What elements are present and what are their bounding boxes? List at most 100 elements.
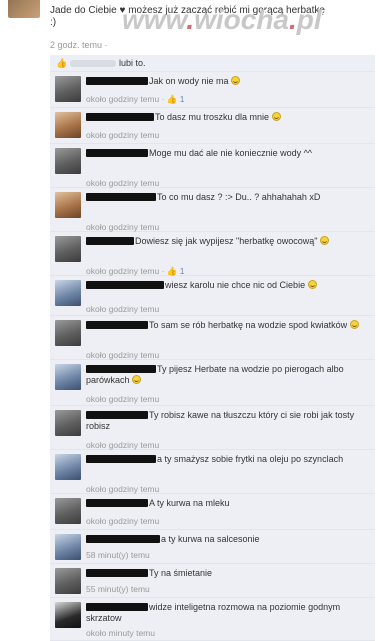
comment-body: Moge mu dać ale nie koniecznie wody ^^ [86,148,368,159]
redacted-author-name[interactable] [86,321,148,329]
post-meta: 2 godz. temu · [50,40,108,50]
commenter-avatar[interactable] [55,320,81,346]
comment-body: Jak on wody nie ma [86,76,368,87]
commenter-avatar[interactable] [55,148,81,174]
meta-separator: · [104,40,108,50]
comment-item: widze inteligetna rozmowa na poziomie go… [50,598,375,641]
redacted-author-name[interactable] [86,535,160,543]
comment-item: Dowiesz się jak wypijesz "herbatkę owoco… [50,232,375,276]
like-summary-row: 👍 lubi to. [50,55,375,72]
commenter-avatar[interactable] [55,568,81,594]
comment-body: Ty na śmietanie [86,568,368,579]
comment-meta: 58 minut(y) temu [86,550,150,560]
comment-text: a ty kurwa na salcesonie [161,534,260,544]
commenter-avatar[interactable] [55,602,81,628]
redacted-name [70,60,116,67]
watermark-logo: www.wiocha.pl [122,4,322,35]
comment-time[interactable]: około godziny temu [86,178,159,188]
comment-text: Dowiesz się jak wypijesz "herbatkę owoco… [135,236,318,246]
comment-time[interactable]: około godziny temu [86,222,159,232]
comment-body: Ty pijesz Herbate na wodzie po pierogach… [86,364,368,386]
comment-body: To co mu dasz ? :> Du.. ? ahhahahah xD [86,192,368,203]
comment-body: To dasz mu troszku dla mnie [86,112,368,123]
comment-text: To dasz mu troszku dla mnie [155,112,270,122]
redacted-author-name[interactable] [86,193,156,201]
comment-item: a ty kurwa na salcesonie 58 minut(y) temu [50,530,375,564]
comment-body: a ty smażysz sobie frytki na oleju po sz… [86,454,368,465]
redacted-author-name[interactable] [86,149,148,157]
comment-text: wiesz karolu nie chce nic od Ciebie [165,280,306,290]
commenter-avatar[interactable] [55,364,81,390]
commenter-avatar[interactable] [55,280,81,306]
comment-list: Jak on wody nie ma około godziny temu · … [50,72,375,641]
post-time[interactable]: 2 godz. temu [50,40,102,50]
comment-time[interactable]: około godziny temu [86,516,159,526]
commenter-avatar[interactable] [55,410,81,436]
redacted-author-name[interactable] [86,365,156,373]
comment-time[interactable]: około godziny temu [86,350,159,360]
comment-meta: około minuty temu [86,628,155,638]
thumbs-up-icon: 👍 [56,58,68,68]
comment-item: Jak on wody nie ma około godziny temu · … [50,72,375,108]
post-text-continuation: :) [50,17,57,28]
comment-time[interactable]: około godziny temu [86,394,159,404]
comment-time[interactable]: około godziny temu [86,94,159,104]
commenter-avatar[interactable] [55,236,81,262]
comment-item: To co mu dasz ? :> Du.. ? ahhahahah xD ok… [50,188,375,232]
comment-time[interactable]: około godziny temu [86,304,159,314]
comment-text: Moge mu dać ale nie koniecznie wody ^^ [149,148,313,158]
comment-time[interactable]: około godziny temu [86,484,159,494]
redacted-author-name[interactable] [86,77,148,85]
smiley-emoticon-icon [319,236,329,245]
like-count: 1 [177,266,185,276]
poster-avatar[interactable] [8,0,40,18]
comment-text: Jak on wody nie ma [149,76,229,86]
commenter-avatar[interactable] [55,498,81,524]
comment-item: A ty kurwa na mleku około godziny temu [50,494,375,530]
comment-body: wiesz karolu nie chce nic od Ciebie [86,280,368,291]
comment-time[interactable]: około godziny temu [86,130,159,140]
redacted-author-name[interactable] [86,281,164,289]
comment-meta: około godziny temu [86,394,159,404]
thumbs-up-icon: 👍 [166,266,178,276]
commenter-avatar[interactable] [55,454,81,480]
comment-meta: około godziny temu [86,130,159,140]
post-header: Jade do Ciebie ♥ możesz już zacząć robić… [0,0,379,58]
comment-item: To sam se rób herbatkę na wodzie spod kw… [50,316,375,360]
comment-item: Moge mu dać ale nie koniecznie wody ^^ ok… [50,144,375,188]
redacted-author-name[interactable] [86,499,148,507]
redacted-author-name[interactable] [86,237,134,245]
redacted-author-name[interactable] [86,455,156,463]
redacted-author-name[interactable] [86,603,148,611]
meta-separator: · [159,94,167,104]
like-summary-text: lubi to. [119,58,146,68]
commenter-avatar[interactable] [55,192,81,218]
comment-body: To sam se rób herbatkę na wodzie spod kw… [86,320,368,331]
comment-time[interactable]: około minuty temu [86,628,155,638]
comment-meta: około godziny temu [86,350,159,360]
commenter-avatar[interactable] [55,534,81,560]
comment-text: Ty na śmietanie [149,568,213,578]
redacted-author-name[interactable] [86,569,148,577]
smiley-emoticon-icon [231,76,241,85]
comment-like-count[interactable]: 👍 1 [167,266,185,276]
redacted-author-name[interactable] [86,411,148,419]
comment-meta: około godziny temu [86,304,159,314]
comment-text: To co mu dasz ? :> Du.. ? ahhahahah xD [157,192,321,202]
comment-item: Ty robisz kawe na tłuszczu który ci sie … [50,406,375,450]
comment-item: To dasz mu troszku dla mnie około godzin… [50,108,375,144]
comment-text: a ty smażysz sobie frytki na oleju po sz… [157,454,344,464]
comment-time[interactable]: 55 minut(y) temu [86,584,150,594]
comment-meta: około godziny temu [86,516,159,526]
comment-time[interactable]: około godziny temu [86,266,159,276]
redacted-author-name[interactable] [86,113,154,121]
comment-time[interactable]: 58 minut(y) temu [86,550,150,560]
comment-time[interactable]: około godziny temu [86,440,159,450]
meta-separator: · [159,266,167,276]
smiley-emoticon-icon [271,112,281,121]
commenter-avatar[interactable] [55,76,81,102]
smiley-emoticon-icon [349,320,359,329]
comment-like-count[interactable]: 👍 1 [167,94,185,104]
commenter-avatar[interactable] [55,112,81,138]
thumbs-up-icon: 👍 [166,94,178,104]
